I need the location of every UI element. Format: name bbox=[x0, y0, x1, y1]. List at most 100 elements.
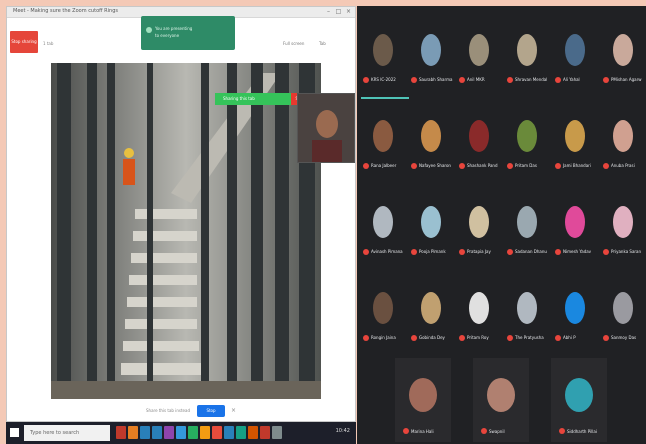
participant-name: Jami Bhandari bbox=[563, 163, 591, 168]
mic-muted-icon bbox=[403, 428, 409, 434]
participant-avatar bbox=[565, 206, 585, 238]
mic-muted-icon bbox=[363, 249, 369, 255]
participant-name: Swapnil bbox=[489, 429, 505, 434]
participants-grid: KRS IC-2022 Saurabh Sharma Anil MKR Shravan… bbox=[357, 6, 646, 444]
taskbar-app-icon[interactable] bbox=[188, 426, 198, 439]
taskbar-app-icon[interactable] bbox=[248, 426, 258, 439]
taskbar-app-icon[interactable] bbox=[200, 426, 210, 439]
participant-name: Ali Yahal bbox=[563, 77, 580, 82]
participant-tile-large[interactable]: Swapnil bbox=[473, 358, 529, 442]
participant-avatar bbox=[517, 206, 537, 238]
tab-button[interactable]: Tab bbox=[319, 41, 326, 46]
participant-avatar bbox=[517, 292, 537, 324]
participant-avatar bbox=[613, 206, 633, 238]
participant-name: KRS IC-2022 bbox=[371, 77, 396, 82]
participant-tile[interactable]: Priyanka Saran bbox=[599, 186, 646, 266]
participant-avatar bbox=[373, 34, 393, 66]
participant-name: Priyanka Saran bbox=[611, 249, 642, 254]
participant-name: Pritam Das bbox=[515, 163, 537, 168]
participant-tile-large[interactable]: Siddharth Pillai bbox=[551, 358, 607, 442]
banner-line1: You are presenting bbox=[155, 26, 193, 31]
taskbar-app-icon[interactable] bbox=[224, 426, 234, 439]
search-placeholder: Type here to search bbox=[30, 430, 80, 436]
mic-muted-icon bbox=[411, 77, 417, 83]
mic-muted-icon bbox=[559, 428, 565, 434]
participant-tile[interactable]: Anuba Prasi bbox=[599, 100, 646, 180]
participant-avatar bbox=[469, 34, 489, 66]
taskbar-app-icon[interactable] bbox=[152, 426, 162, 439]
share-instead-link[interactable]: Share this tab instead bbox=[139, 408, 197, 413]
windows-taskbar: Type here to search 10:42 bbox=[6, 422, 356, 444]
participant-name: Anil MKR bbox=[467, 77, 485, 82]
participant-name: Rongin Jaina bbox=[371, 335, 396, 340]
participant-avatar bbox=[421, 120, 441, 152]
taskbar-app-icon[interactable] bbox=[272, 426, 282, 439]
participant-avatar bbox=[469, 120, 489, 152]
participant-tile[interactable]: PMishan Agarw bbox=[599, 14, 646, 94]
mic-muted-icon bbox=[481, 428, 487, 434]
participant-name: Avinash Pimana bbox=[371, 249, 403, 254]
fullscreen-button[interactable]: Full screen bbox=[283, 41, 304, 46]
participant-name: Nimesh Yadav bbox=[563, 249, 592, 254]
presenter-toolbar: Sharing this tab Stop bbox=[215, 93, 309, 105]
participant-avatar bbox=[373, 292, 393, 324]
sharing-status-label: Sharing this tab bbox=[215, 93, 291, 105]
participant-avatar bbox=[565, 34, 585, 66]
shared-browser-window: Meet - Making sure the Zoom cutoff Rings… bbox=[6, 6, 356, 422]
mic-muted-icon bbox=[603, 249, 609, 255]
participant-name: Gobinda Dey bbox=[419, 335, 445, 340]
taskbar-search-input[interactable]: Type here to search bbox=[24, 425, 110, 441]
participant-name: The Pratyusha bbox=[515, 335, 544, 340]
participant-avatar bbox=[565, 292, 585, 324]
taskbar-app-icon[interactable] bbox=[236, 426, 246, 439]
mic-muted-icon bbox=[459, 77, 465, 83]
tab-count: 1 tab bbox=[43, 41, 54, 46]
taskbar-app-icon[interactable] bbox=[116, 426, 126, 439]
participant-avatar bbox=[469, 292, 489, 324]
taskbar-app-icon[interactable] bbox=[164, 426, 174, 439]
taskbar-app-icon[interactable] bbox=[128, 426, 138, 439]
participant-avatar bbox=[613, 34, 633, 66]
mic-muted-icon bbox=[507, 335, 513, 341]
participant-name: Sadanan Dhanu bbox=[515, 249, 547, 254]
participant-avatar bbox=[373, 120, 393, 152]
participant-name: Nafayee Sharon bbox=[419, 163, 451, 168]
dismiss-icon[interactable]: × bbox=[231, 407, 236, 414]
presenting-banner: You are presenting to everyone bbox=[141, 16, 235, 50]
bottom-stop-button[interactable]: Stop bbox=[197, 405, 225, 417]
participant-avatar bbox=[613, 120, 633, 152]
construction-image bbox=[51, 63, 321, 399]
participant-name: Pritam Roy bbox=[467, 335, 489, 340]
close-button[interactable]: × bbox=[344, 7, 353, 16]
stop-sharing-button[interactable]: Stop sharing bbox=[10, 31, 38, 53]
taskbar-app-icon[interactable] bbox=[176, 426, 186, 439]
taskbar-app-icon[interactable] bbox=[260, 426, 270, 439]
participant-avatar bbox=[565, 378, 593, 412]
participant-tile-large[interactable]: Marina Hali bbox=[395, 358, 451, 442]
presenter-avatar bbox=[298, 94, 354, 162]
mic-muted-icon bbox=[555, 249, 561, 255]
mic-muted-icon bbox=[411, 163, 417, 169]
mic-muted-icon bbox=[507, 77, 513, 83]
windows-start-icon[interactable] bbox=[10, 428, 19, 437]
participant-name: Pratapia Jay bbox=[467, 249, 491, 254]
mic-muted-icon bbox=[555, 163, 561, 169]
participant-name: Marina Hali bbox=[411, 429, 434, 434]
participant-name: Sanmoy Das bbox=[611, 335, 637, 340]
participant-avatar bbox=[421, 292, 441, 324]
mic-muted-icon bbox=[459, 249, 465, 255]
participant-name: Rana Jalbeer bbox=[371, 163, 397, 168]
participant-tile[interactable]: Sanmoy Das bbox=[599, 272, 646, 352]
participant-avatar bbox=[613, 292, 633, 324]
mic-muted-icon bbox=[459, 163, 465, 169]
maximize-button[interactable]: □ bbox=[334, 7, 343, 16]
presenter-self-view bbox=[297, 93, 355, 163]
participant-name: PMishan Agarw bbox=[611, 77, 642, 82]
mic-muted-icon bbox=[507, 249, 513, 255]
taskbar-app-icon[interactable] bbox=[140, 426, 150, 439]
participant-name: Siddharth Pillai bbox=[567, 429, 597, 434]
minimize-button[interactable]: – bbox=[324, 7, 333, 16]
taskbar-app-icon[interactable] bbox=[212, 426, 222, 439]
mic-muted-icon bbox=[603, 163, 609, 169]
shared-photo-construction-stairs bbox=[51, 63, 321, 399]
